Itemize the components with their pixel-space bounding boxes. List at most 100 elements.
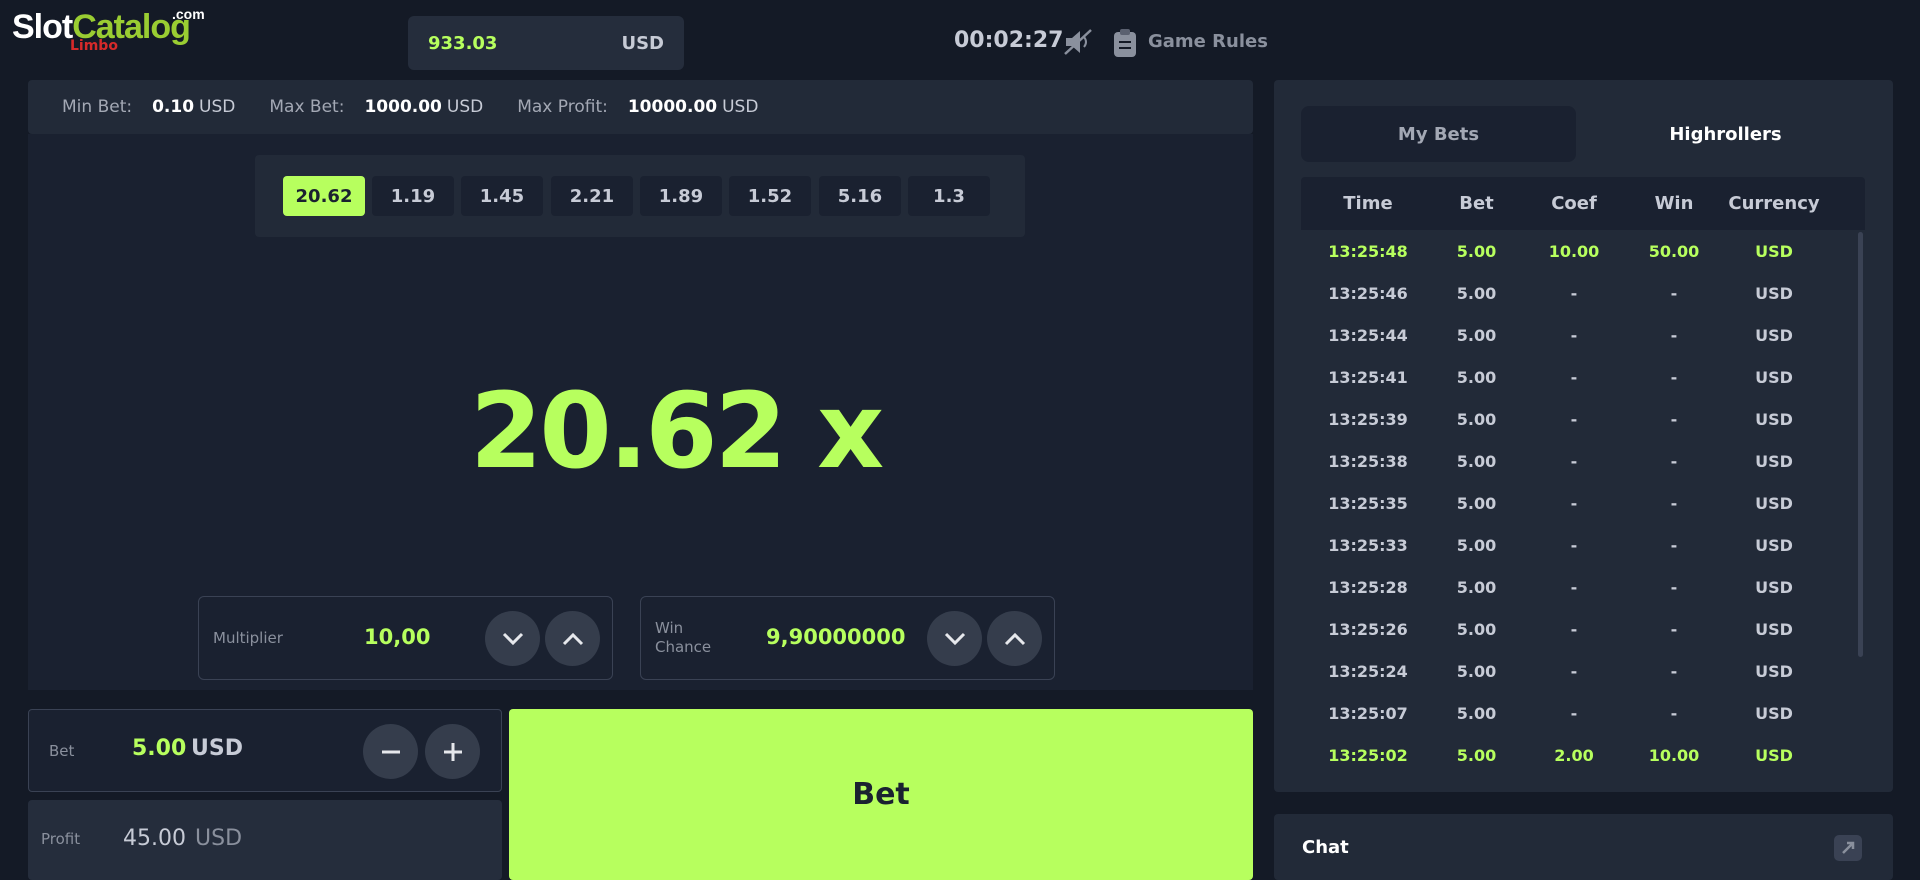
game-rules-link[interactable]: Game Rules	[1148, 31, 1268, 52]
bets-table-header: Time Bet Coef Win Currency	[1301, 177, 1865, 230]
chevron-up-icon	[1004, 632, 1025, 645]
win-chance-increase-button[interactable]	[987, 611, 1042, 666]
cell-currency: USD	[1755, 536, 1793, 555]
cell-bet: 5.00	[1456, 284, 1497, 303]
multiplier-increase-button[interactable]	[545, 611, 600, 666]
bet-increase-button[interactable]	[425, 724, 480, 779]
cell-bet: 5.00	[1456, 704, 1497, 723]
max-bet-label: Max Bet:	[269, 97, 345, 117]
cell-time: 13:25:38	[1328, 452, 1408, 471]
max-bet-value: 1000.00	[364, 97, 442, 117]
cell-coef: -	[1570, 452, 1578, 471]
history-chip: 1.3	[908, 176, 990, 216]
chevron-up-icon	[562, 632, 583, 645]
cell-time: 13:25:44	[1328, 326, 1408, 345]
cell-currency: USD	[1755, 662, 1793, 681]
multiplier-label: Multiplier	[213, 629, 283, 647]
min-bet-value: 0.10	[152, 97, 195, 117]
logo-com-text: .com	[172, 6, 205, 22]
cell-bet: 5.00	[1456, 746, 1497, 765]
cell-coef: 10.00	[1548, 242, 1600, 261]
history-chip: 2.21	[551, 176, 633, 216]
column-header-currency: Currency	[1728, 193, 1820, 214]
cell-currency: USD	[1755, 746, 1793, 765]
cell-coef: -	[1570, 284, 1578, 303]
win-chance-decrease-button[interactable]	[927, 611, 982, 666]
chat-bar[interactable]: Chat	[1274, 814, 1893, 880]
table-row: 13:25:24 5.00 - - USD	[1301, 650, 1865, 692]
table-row: 13:25:07 5.00 - - USD	[1301, 692, 1865, 734]
cell-currency: USD	[1755, 704, 1793, 723]
tab-highrollers[interactable]: Highrollers	[1588, 106, 1863, 162]
cell-currency: USD	[1755, 368, 1793, 387]
column-header-win: Win	[1654, 193, 1694, 214]
bet-label: Bet	[49, 742, 75, 760]
tab-my-bets[interactable]: My Bets	[1301, 106, 1576, 162]
win-chance-control: Win Chance 9,90000000	[640, 596, 1055, 680]
sound-muted-icon[interactable]	[1063, 28, 1093, 56]
result-multiplier: 20.62 x	[470, 370, 884, 492]
column-header-coef: Coef	[1551, 193, 1597, 214]
cell-currency: USD	[1755, 326, 1793, 345]
win-chance-label-line2: Chance	[655, 638, 712, 656]
cell-currency: USD	[1755, 578, 1793, 597]
multiplier-decrease-button[interactable]	[485, 611, 540, 666]
cell-bet: 5.00	[1456, 242, 1497, 261]
table-row: 13:25:33 5.00 - - USD	[1301, 524, 1865, 566]
win-chance-input[interactable]: 9,90000000	[766, 625, 905, 649]
cell-coef: -	[1570, 536, 1578, 555]
min-bet-label: Min Bet:	[62, 97, 133, 117]
cell-currency: USD	[1755, 410, 1793, 429]
min-bet-currency: USD	[199, 97, 236, 117]
expand-icon[interactable]	[1833, 834, 1863, 862]
cell-coef: 2.00	[1554, 746, 1594, 765]
table-row: 13:25:35 5.00 - - USD	[1301, 482, 1865, 524]
bet-amount-input[interactable]: 5.00	[132, 736, 186, 761]
cell-win: -	[1670, 494, 1678, 513]
multiplier-input[interactable]: 10,00	[364, 625, 430, 649]
cell-win: -	[1670, 326, 1678, 345]
place-bet-button[interactable]: Bet	[509, 709, 1253, 880]
table-row: 13:25:44 5.00 - - USD	[1301, 314, 1865, 356]
cell-win: -	[1670, 704, 1678, 723]
column-header-time: Time	[1343, 193, 1393, 214]
plus-icon	[443, 742, 462, 761]
cell-time: 13:25:33	[1328, 536, 1408, 555]
max-profit-currency: USD	[722, 97, 759, 117]
cell-bet: 5.00	[1456, 494, 1497, 513]
minus-icon	[381, 750, 400, 753]
history-chip: 20.62	[283, 176, 365, 216]
table-row: 13:25:41 5.00 - - USD	[1301, 356, 1865, 398]
cell-win: -	[1670, 368, 1678, 387]
win-chance-label-line1: Win	[655, 619, 684, 637]
bet-decrease-button[interactable]	[363, 724, 418, 779]
table-row: 13:25:28 5.00 - - USD	[1301, 566, 1865, 608]
cell-coef: -	[1570, 494, 1578, 513]
cell-time: 13:25:28	[1328, 578, 1408, 597]
clipboard-icon[interactable]	[1112, 28, 1138, 58]
session-timer: 00:02:27	[954, 28, 1064, 53]
chevron-down-icon	[502, 632, 523, 645]
history-chip: 1.45	[461, 176, 543, 216]
cell-time: 13:25:07	[1328, 704, 1408, 723]
multiplier-history: 20.62 1.19 1.45 2.21 1.89 1.52 5.16 1.3	[255, 155, 1025, 237]
cell-currency: USD	[1755, 620, 1793, 639]
max-bet: Max Bet: 1000.00 USD	[269, 97, 483, 117]
table-row: 13:25:48 5.00 10.00 50.00 USD	[1301, 230, 1865, 272]
cell-coef: -	[1570, 662, 1578, 681]
chevron-down-icon	[944, 632, 965, 645]
history-chip: 1.52	[729, 176, 811, 216]
cell-bet: 5.00	[1456, 410, 1497, 429]
cell-bet: 5.00	[1456, 452, 1497, 471]
cell-time: 13:25:39	[1328, 410, 1408, 429]
cell-win: -	[1670, 578, 1678, 597]
scrollbar[interactable]	[1858, 232, 1863, 657]
max-profit: Max Profit: 10000.00 USD	[517, 97, 758, 117]
game-logo-text: Limbo	[70, 38, 118, 54]
profit-value: 45.00	[123, 826, 186, 851]
cell-win: -	[1670, 410, 1678, 429]
cell-time: 13:25:24	[1328, 662, 1408, 681]
cell-bet: 5.00	[1456, 578, 1497, 597]
bet-currency: USD	[191, 736, 243, 761]
logo: SlotCatalog .com Limbo	[12, 6, 205, 54]
